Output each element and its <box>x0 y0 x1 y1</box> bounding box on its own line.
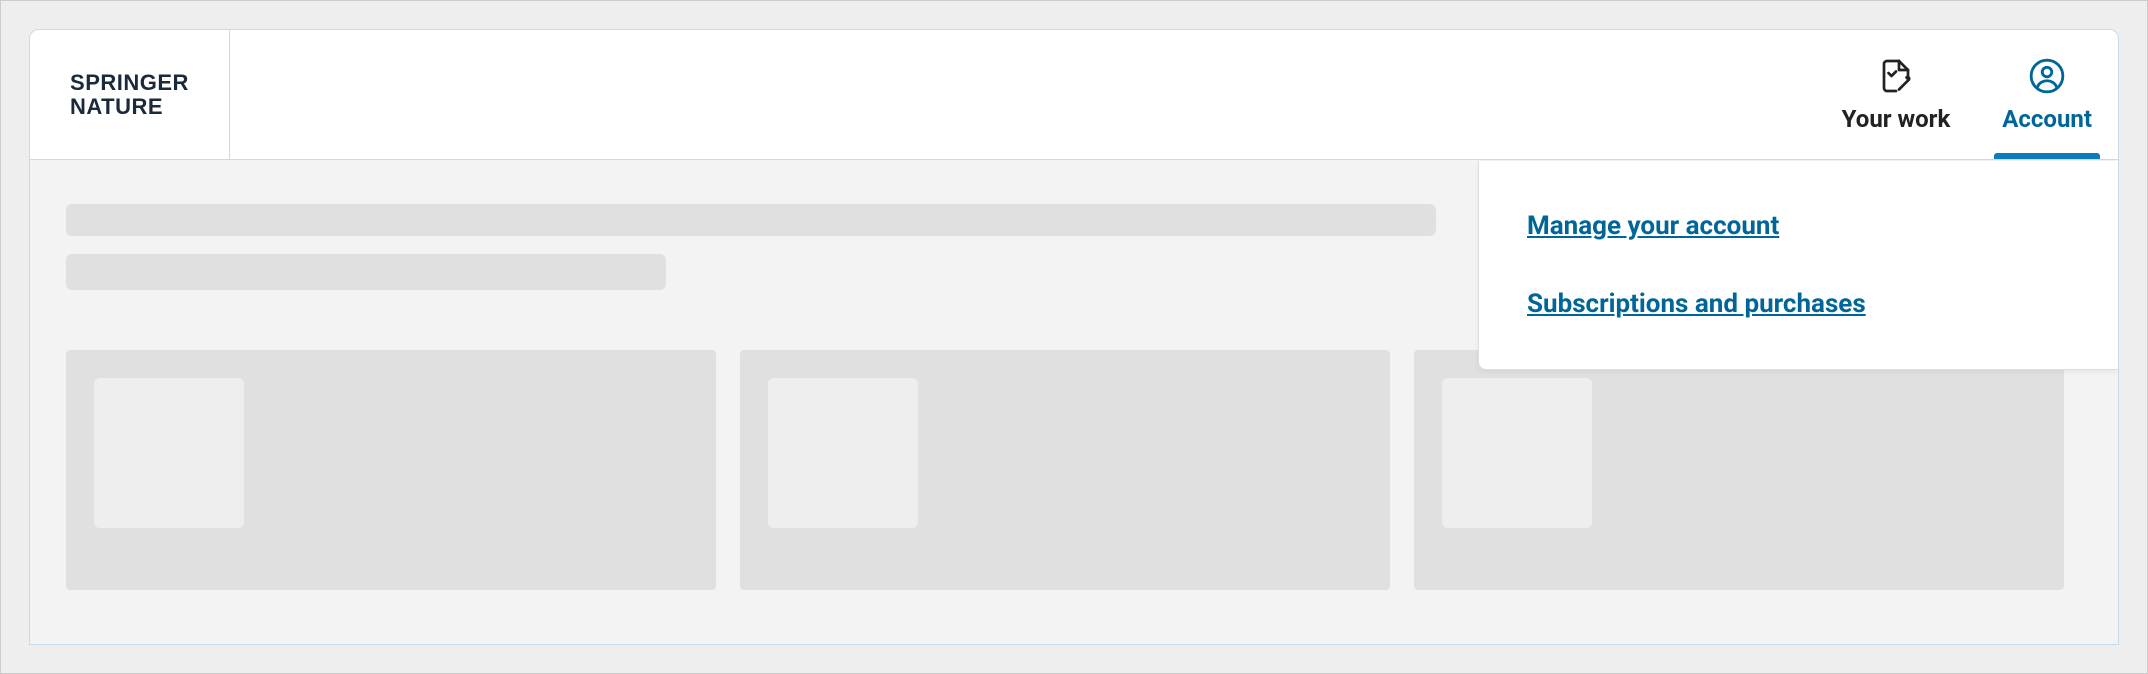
brand-logo-text: Springer Nature <box>70 71 189 117</box>
header-spacer <box>230 30 1816 159</box>
brand-line-1: Springer <box>70 70 189 95</box>
skeleton-thumb <box>768 378 918 528</box>
document-edit-icon <box>1877 57 1915 95</box>
skeleton-thumb <box>1442 378 1592 528</box>
brand-line-2: Nature <box>70 94 163 119</box>
brand-logo[interactable]: Springer Nature <box>30 30 230 159</box>
user-circle-icon <box>2028 57 2066 95</box>
account-dropdown: Manage your account Subscriptions and pu… <box>1478 161 2118 370</box>
skeleton-card <box>66 350 716 590</box>
skeleton-card <box>740 350 1390 590</box>
app-frame: Springer Nature Your work <box>0 0 2148 674</box>
skeleton-card-row <box>66 350 2082 590</box>
nav-label-account: Account <box>2002 105 2092 133</box>
skeleton-card <box>1414 350 2064 590</box>
nav-label-your-work: Your work <box>1842 105 1951 133</box>
menu-manage-account[interactable]: Manage your account <box>1527 211 1779 241</box>
header-bar: Springer Nature Your work <box>30 30 2118 160</box>
skeleton-subtitle <box>66 254 666 290</box>
skeleton-thumb <box>94 378 244 528</box>
nav-your-work[interactable]: Your work <box>1816 30 1977 159</box>
menu-subscriptions[interactable]: Subscriptions and purchases <box>1527 289 1866 319</box>
main-panel: Springer Nature Your work <box>29 29 2119 645</box>
skeleton-title <box>66 204 1436 236</box>
nav-account[interactable]: Account <box>1976 30 2118 159</box>
